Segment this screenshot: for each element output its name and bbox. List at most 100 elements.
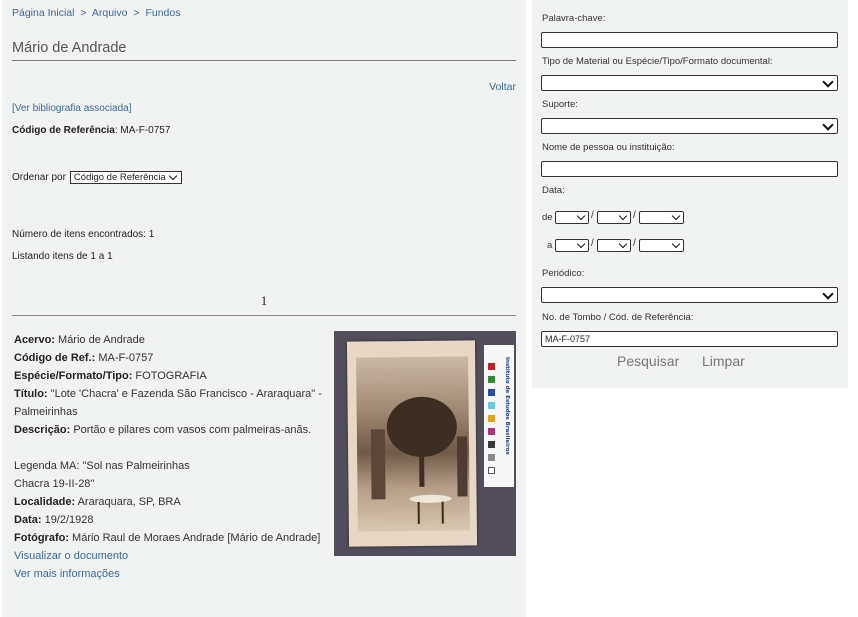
record-fotografo: Fotógrafo: Mário Raul de Moraes Andrade …	[14, 529, 326, 547]
record-item: Acervo: Mário de Andrade Código de Ref.:…	[14, 331, 326, 583]
search-button[interactable]: Pesquisar	[611, 352, 685, 370]
items-found-count: Número de itens encontrados: 1	[12, 229, 155, 240]
calibration-card-text: Instituto de Estudos Brasileiros	[504, 357, 510, 455]
tombo-input[interactable]	[541, 331, 838, 347]
photo-print	[346, 340, 478, 547]
breadcrumb-separator: >	[133, 7, 140, 19]
photo-table-leg	[441, 501, 444, 524]
descricao-value: Portão e pilares com vasos com palmeiras…	[70, 424, 312, 436]
photo-image	[356, 356, 470, 532]
tombo-label: No. de Tombo / Cód. de Referência:	[542, 312, 694, 323]
support-select[interactable]	[541, 118, 838, 134]
date-from-day-select[interactable]	[555, 211, 589, 224]
data-label: Data:	[14, 514, 42, 526]
photo-table-leg	[417, 501, 420, 524]
date-from-label: de	[542, 212, 553, 223]
chevron-down-icon	[822, 76, 834, 88]
chevron-down-icon	[618, 239, 628, 249]
record-legenda-1: Legenda MA: "Sol nas Palmeirinhas	[14, 460, 190, 472]
color-calibration-card: Instituto de Estudos Brasileiros	[484, 345, 514, 487]
titulo-label: Título:	[14, 388, 48, 400]
person-input[interactable]	[541, 161, 838, 177]
sort-select-value: Código de Referência	[73, 172, 166, 183]
color-swatch	[488, 454, 495, 461]
acervo-value: Mário de Andrade	[54, 334, 145, 346]
breadcrumb-home-link[interactable]: Página Inicial	[12, 7, 74, 19]
record-localidade: Localidade: Araraquara, SP, BRA	[14, 493, 326, 511]
bibliography-link[interactable]: [Ver bibliografia associada]	[12, 103, 132, 114]
especie-value: FOTOGRAFIA	[132, 370, 207, 382]
date-to-year-select[interactable]	[639, 239, 684, 252]
chevron-down-icon	[576, 211, 586, 221]
codref-label: Código de Ref.:	[14, 352, 96, 364]
breadcrumb-fonds-link[interactable]: Fundos	[145, 7, 180, 19]
chevron-down-icon	[576, 239, 586, 249]
chevron-down-icon	[618, 211, 628, 221]
date-to-month-select[interactable]	[597, 239, 631, 252]
clear-button[interactable]: Limpar	[696, 352, 751, 370]
date-separator: /	[591, 210, 594, 221]
color-swatch	[488, 376, 495, 383]
breadcrumb-separator: >	[80, 7, 87, 19]
periodical-select[interactable]	[541, 287, 838, 303]
results-panel: Página Inicial > Arquivo > Fundos Mário …	[2, 0, 526, 617]
color-swatch	[488, 467, 495, 474]
person-label: Nome de pessoa ou instituição:	[542, 142, 675, 153]
sort-select[interactable]: Código de Referência	[69, 171, 182, 184]
localidade-label: Localidade:	[14, 496, 76, 508]
date-separator: /	[633, 238, 636, 249]
keyword-input[interactable]	[541, 32, 838, 48]
photo-pillar	[370, 429, 386, 500]
record-photo-thumbnail[interactable]: Instituto de Estudos Brasileiros	[334, 331, 516, 556]
photo-trunk	[419, 446, 425, 487]
back-link[interactable]: Voltar	[489, 81, 516, 93]
photo-pillar	[456, 436, 468, 497]
material-type-select[interactable]	[541, 75, 838, 91]
localidade-value: Araraquara, SP, BRA	[75, 496, 181, 508]
chevron-down-icon	[671, 211, 681, 221]
descricao-label: Descrição:	[14, 424, 71, 436]
record-acervo: Acervo: Mário de Andrade	[14, 331, 326, 349]
periodical-label: Periódico:	[542, 268, 585, 279]
view-document-link[interactable]: Visualizar o documento	[14, 547, 326, 565]
record-legenda-2: Chacra 19-II-28"	[14, 478, 95, 490]
page-number: 1	[260, 293, 268, 308]
chevron-down-icon	[671, 239, 681, 249]
acervo-label: Acervo:	[14, 334, 55, 346]
chevron-down-icon	[168, 171, 178, 181]
sort-control: Ordenar por Código de Referência	[12, 171, 182, 184]
reference-code-value: : MA-F-0757	[114, 125, 171, 136]
date-from-year-select[interactable]	[639, 211, 684, 224]
date-separator: /	[591, 238, 594, 249]
date-to-day-select[interactable]	[555, 239, 589, 252]
date-label: Data:	[542, 185, 565, 196]
chevron-down-icon	[822, 119, 834, 131]
breadcrumb-archive-link[interactable]: Arquivo	[92, 7, 128, 19]
photo-table	[409, 494, 452, 504]
breadcrumb: Página Inicial > Arquivo > Fundos	[12, 7, 181, 19]
record-especie: Espécie/Formato/Tipo: FOTOGRAFIA	[14, 367, 326, 385]
color-swatch	[488, 402, 495, 409]
keyword-label: Palavra-chave:	[542, 13, 606, 24]
reference-code-label: Código de Referência	[12, 125, 115, 136]
pagination-page-1[interactable]: 1	[12, 293, 516, 316]
record-data: Data: 19/2/1928	[14, 511, 326, 529]
date-from-month-select[interactable]	[597, 211, 631, 224]
codref-value: MA-F-0757	[95, 352, 154, 364]
page-title: Mário de Andrade	[12, 40, 516, 61]
reference-code: Código de Referência: MA-F-0757	[12, 125, 170, 136]
fotografo-label: Fotógrafo:	[14, 532, 69, 544]
material-type-label: Tipo de Material ou Espécie/Tipo/Formato…	[542, 56, 773, 67]
record-descricao: Descrição: Portão e pilares com vasos co…	[14, 421, 326, 439]
record-codref: Código de Ref.: MA-F-0757	[14, 349, 326, 367]
date-separator: /	[633, 210, 636, 221]
search-panel: Palavra-chave: Tipo de Material ou Espéc…	[532, 0, 848, 388]
color-swatch	[488, 415, 495, 422]
titulo-value: "Lote 'Chacra' e Fazenda São Francisco -…	[14, 388, 322, 418]
chevron-down-icon	[822, 288, 834, 300]
color-swatch	[488, 389, 495, 396]
sort-label: Ordenar por	[12, 172, 66, 183]
more-info-link[interactable]: Ver mais informações	[14, 565, 326, 583]
listing-range: Listando itens de 1 a 1	[12, 251, 113, 262]
